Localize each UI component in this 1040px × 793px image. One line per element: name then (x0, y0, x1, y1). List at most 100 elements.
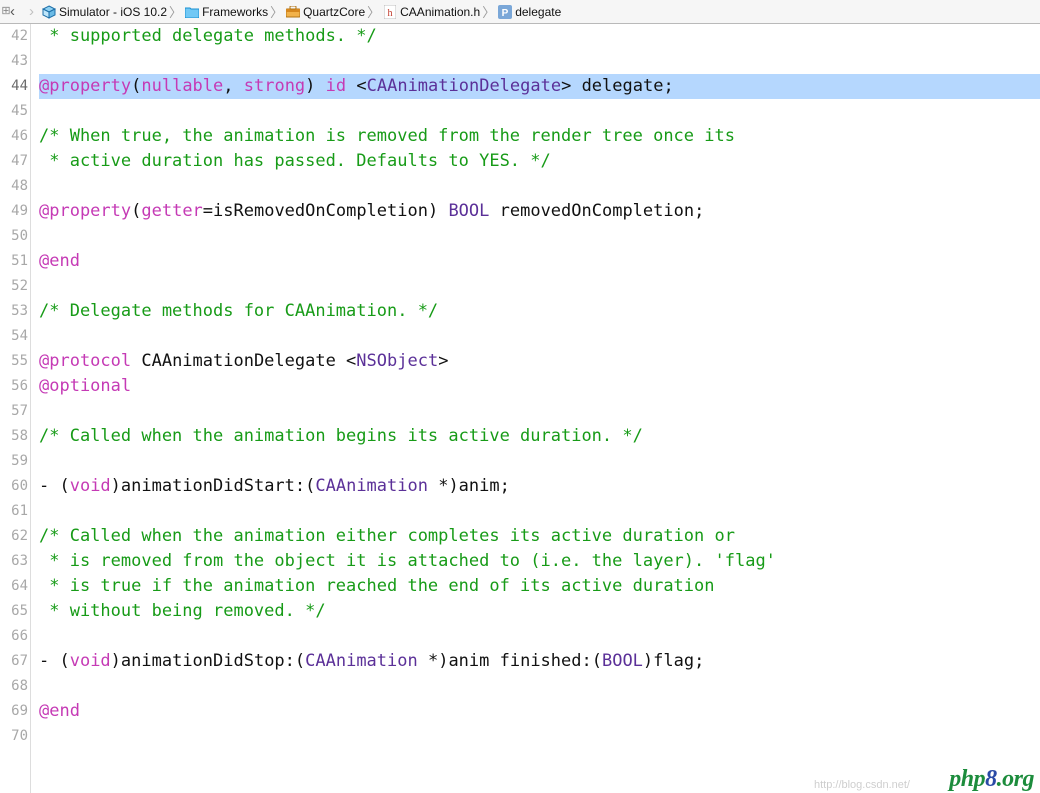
code-line[interactable]: * is true if the animation reached the e… (39, 574, 1040, 599)
code-line[interactable] (39, 99, 1040, 124)
code-line[interactable]: /* Called when the animation begins its … (39, 424, 1040, 449)
code-line[interactable]: - (void)animationDidStart:(CAAnimation *… (39, 474, 1040, 499)
code-line[interactable] (39, 224, 1040, 249)
crumb-delegate[interactable]: P delegate (498, 5, 561, 19)
line-number[interactable]: 59 (0, 449, 28, 474)
token-plain: - ( (39, 651, 70, 671)
crumb-label: CAAnimation.h (400, 5, 480, 19)
token-plain: )animationDidStart:( (111, 476, 316, 496)
code-line[interactable]: @end (39, 699, 1040, 724)
code-line[interactable] (39, 324, 1040, 349)
code-line[interactable] (39, 624, 1040, 649)
crumb-frameworks[interactable]: Frameworks (185, 5, 268, 19)
token-plain: - ( (39, 476, 70, 496)
line-number[interactable]: 67 (0, 649, 28, 674)
code-line[interactable] (39, 399, 1040, 424)
token-plain: )flag; (643, 651, 704, 671)
code-line[interactable]: - (void)animationDidStop:(CAAnimation *)… (39, 649, 1040, 674)
token-keyword: @protocol (39, 351, 131, 371)
token-keyword: getter (141, 201, 202, 221)
code-line[interactable]: @protocol CAAnimationDelegate <NSObject> (39, 349, 1040, 374)
line-number[interactable]: 65 (0, 599, 28, 624)
line-number-gutter[interactable]: 4243444546474849505152535455565758596061… (0, 24, 31, 793)
line-number[interactable]: 48 (0, 174, 28, 199)
code-line[interactable]: @end (39, 249, 1040, 274)
code-line[interactable] (39, 499, 1040, 524)
line-number[interactable]: 54 (0, 324, 28, 349)
toolbox-icon (286, 5, 300, 19)
code-line[interactable]: * active duration has passed. Defaults t… (39, 149, 1040, 174)
crumb-simulator[interactable]: Simulator - iOS 10.2 (42, 5, 167, 19)
code-line[interactable]: @property(getter=isRemovedOnCompletion) … (39, 199, 1040, 224)
line-number[interactable]: 50 (0, 224, 28, 249)
token-plain: > (438, 351, 448, 371)
line-number[interactable]: 52 (0, 274, 28, 299)
code-line[interactable] (39, 449, 1040, 474)
token-plain: ( (131, 76, 141, 96)
file-p-icon: P (498, 5, 512, 19)
nav-forward-button[interactable]: › (23, 3, 40, 20)
line-number[interactable]: 70 (0, 724, 28, 749)
token-keyword: @end (39, 701, 80, 721)
line-number[interactable]: 47 (0, 149, 28, 174)
crumb-caanimation-h[interactable]: h CAAnimation.h (383, 5, 480, 19)
token-type: NSObject (356, 351, 438, 371)
code-line[interactable]: /* When true, the animation is removed f… (39, 124, 1040, 149)
line-number[interactable]: 51 (0, 249, 28, 274)
line-number[interactable]: 45 (0, 99, 28, 124)
token-plain: )animationDidStop:( (111, 651, 305, 671)
line-number[interactable]: 43 (0, 49, 28, 74)
code-line[interactable] (39, 49, 1040, 74)
token-keyword: @property (39, 76, 131, 96)
comment-text: * without being removed. */ (39, 601, 326, 621)
line-number[interactable]: 49 (0, 199, 28, 224)
code-line[interactable] (39, 174, 1040, 199)
line-number[interactable]: 58 (0, 424, 28, 449)
jump-bar[interactable]: ⊞ ‹ › Simulator - iOS 10.2 〉 Frameworks … (0, 0, 1040, 24)
chevron-right-icon: 〉 (270, 2, 283, 21)
code-area[interactable]: * supported delegate methods. */ @proper… (31, 24, 1040, 793)
code-line[interactable]: @optional (39, 374, 1040, 399)
folder-icon (185, 5, 199, 19)
line-number[interactable]: 63 (0, 549, 28, 574)
line-number[interactable]: 53 (0, 299, 28, 324)
comment-text: /* Called when the animation either comp… (39, 526, 735, 546)
line-number[interactable]: 61 (0, 499, 28, 524)
code-line[interactable] (39, 674, 1040, 699)
related-items-icon[interactable]: ⊞ (0, 0, 12, 20)
line-number[interactable]: 56 (0, 374, 28, 399)
crumb-quartzcore[interactable]: QuartzCore (286, 5, 365, 19)
token-plain: =isRemovedOnCompletion) (203, 201, 449, 221)
line-number[interactable]: 60 (0, 474, 28, 499)
line-number[interactable]: 42 (0, 24, 28, 49)
watermark-url: http://blog.csdn.net/ (814, 779, 910, 791)
crumb-label: delegate (515, 5, 561, 19)
code-line[interactable]: @property(nullable, strong) id <CAAnimat… (39, 74, 1040, 99)
token-keyword: strong (244, 76, 305, 96)
token-type: BOOL (602, 651, 643, 671)
line-number[interactable]: 57 (0, 399, 28, 424)
line-number[interactable]: 68 (0, 674, 28, 699)
code-line[interactable]: * supported delegate methods. */ (39, 24, 1040, 49)
comment-text: * is removed from the object it is attac… (39, 551, 776, 571)
line-number[interactable]: 69 (0, 699, 28, 724)
code-line[interactable] (39, 274, 1040, 299)
code-line[interactable] (39, 724, 1040, 749)
line-number[interactable]: 64 (0, 574, 28, 599)
line-number[interactable]: 46 (0, 124, 28, 149)
comment-text: * supported delegate methods. */ (39, 26, 377, 46)
line-number[interactable]: 66 (0, 624, 28, 649)
comment-text: /* Called when the animation begins its … (39, 426, 643, 446)
code-line[interactable]: /* Called when the animation either comp… (39, 524, 1040, 549)
comment-text: /* When true, the animation is removed f… (39, 126, 735, 146)
line-number[interactable]: 44 (0, 74, 28, 99)
chevron-right-icon: 〉 (482, 2, 495, 21)
code-line[interactable]: * without being removed. */ (39, 599, 1040, 624)
line-number[interactable]: 62 (0, 524, 28, 549)
code-line[interactable]: * is removed from the object it is attac… (39, 549, 1040, 574)
crumb-label: Simulator - iOS 10.2 (59, 5, 167, 19)
code-editor[interactable]: 4243444546474849505152535455565758596061… (0, 24, 1040, 793)
token-plain: *)anim finished:( (418, 651, 602, 671)
line-number[interactable]: 55 (0, 349, 28, 374)
code-line[interactable]: /* Delegate methods for CAAnimation. */ (39, 299, 1040, 324)
